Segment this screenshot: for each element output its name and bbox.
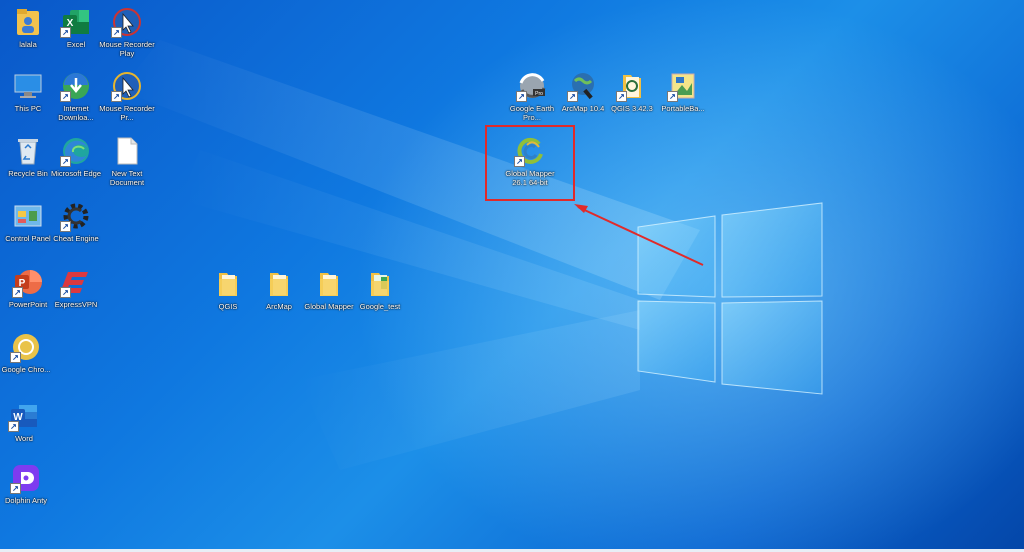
powerpoint-icon: P ↗ <box>12 266 44 298</box>
icon-label: Microsoft Edge <box>50 169 102 178</box>
mouse-recorder-pro-icon: ↗ <box>111 70 143 102</box>
folder-icon <box>212 268 244 300</box>
icon-label: Excel <box>66 40 86 49</box>
user-folder-icon <box>12 6 44 38</box>
shortcut-arrow-icon: ↗ <box>10 483 21 494</box>
recycle-bin-icon <box>12 135 44 167</box>
shortcut-arrow-icon: ↗ <box>60 27 71 38</box>
shortcut-arrow-icon: ↗ <box>60 287 71 298</box>
desktop-icon-qgis-folder[interactable]: QGIS <box>200 268 256 311</box>
desktop-icon-microsoft-edge[interactable]: ↗ Microsoft Edge <box>48 135 104 178</box>
icon-label: Cheat Engine <box>53 234 99 243</box>
desktop-icon-google-earth-pro[interactable]: Pro ↗ Google Earth Pro... <box>504 70 560 122</box>
desktop-icon-excel[interactable]: X ↗ Excel <box>48 6 104 49</box>
shortcut-arrow-icon: ↗ <box>12 287 23 298</box>
icon-label: Google Chro... <box>1 365 51 374</box>
google-earth-icon: Pro ↗ <box>516 70 548 102</box>
shortcut-arrow-icon: ↗ <box>8 421 19 432</box>
desktop-icon-cheat-engine[interactable]: ↗ Cheat Engine <box>48 200 104 243</box>
icon-label: PortableBa... <box>661 104 705 113</box>
desktop-icon-word[interactable]: W ↗ Word <box>0 400 52 443</box>
folder-icon <box>313 268 345 300</box>
icon-label: Internet Downloa... <box>58 104 94 122</box>
icon-label: Mouse Recorder Play <box>99 40 155 58</box>
desktop-icon-qgis-3423[interactable]: ↗ QGIS 3.42.3 <box>604 70 660 113</box>
svg-text:Pro: Pro <box>535 91 543 97</box>
icon-label: Word <box>15 434 33 443</box>
chrome-icon: ↗ <box>10 331 42 363</box>
desktop-icon-google-test-folder[interactable]: Google_test <box>352 268 408 311</box>
desktop-icon-portable-base[interactable]: ↗ PortableBa... <box>655 70 711 113</box>
arcmap-icon: ↗ <box>567 70 599 102</box>
cheat-engine-icon: ↗ <box>60 200 92 232</box>
desktop-icon-dolphin-anty[interactable]: ↗ Dolphin Anty <box>0 462 54 505</box>
icon-label: New Text Document <box>109 169 145 187</box>
excel-icon: X ↗ <box>60 6 92 38</box>
icon-label: Mouse Recorder Pr... <box>99 104 155 122</box>
annotation-arrow-line <box>577 206 704 266</box>
desktop-icon-new-text-document[interactable]: New Text Document <box>99 135 155 187</box>
desktop-icon-global-mapper-folder[interactable]: Global Mapper <box>301 268 357 311</box>
desktop: lalala This PC Recycle Bin Control Panel… <box>0 0 1024 552</box>
word-icon: W ↗ <box>8 400 40 432</box>
shortcut-arrow-icon: ↗ <box>667 91 678 102</box>
shortcut-arrow-icon: ↗ <box>616 91 627 102</box>
icon-label: Dolphin Anty <box>4 496 48 505</box>
shortcut-arrow-icon: ↗ <box>10 352 21 363</box>
shortcut-arrow-icon: ↗ <box>60 91 71 102</box>
icon-label: ExpressVPN <box>54 300 98 309</box>
shortcut-arrow-icon: ↗ <box>567 91 578 102</box>
desktop-icon-arcmap-folder[interactable]: ArcMap <box>251 268 307 311</box>
computer-icon <box>12 70 44 102</box>
folder-icon <box>364 268 396 300</box>
desktop-icon-mouse-recorder-pro[interactable]: ↗ Mouse Recorder Pr... <box>99 70 155 122</box>
desktop-icon-mouse-recorder-play[interactable]: ↗ Mouse Recorder Play <box>99 6 155 58</box>
expressvpn-icon: ↗ <box>60 266 92 298</box>
text-document-icon <box>111 135 143 167</box>
shortcut-arrow-icon: ↗ <box>516 91 527 102</box>
folder-icon <box>263 268 295 300</box>
portable-base-icon: ↗ <box>667 70 699 102</box>
edge-icon: ↗ <box>60 135 92 167</box>
desktop-icon-google-chrome[interactable]: ↗ Google Chro... <box>0 331 54 374</box>
shortcut-arrow-icon: ↗ <box>111 91 122 102</box>
annotation-highlight-box <box>485 125 575 201</box>
shortcut-arrow-icon: ↗ <box>60 156 71 167</box>
shortcut-arrow-icon: ↗ <box>60 221 71 232</box>
control-panel-icon <box>12 200 44 232</box>
dolphin-anty-icon: ↗ <box>10 462 42 494</box>
icon-label: Global Mapper <box>304 302 354 311</box>
icon-label: Google Earth Pro... <box>509 104 555 122</box>
icon-label: QGIS 3.42.3 <box>611 104 653 113</box>
desktop-icon-internet-download-manager[interactable]: ↗ Internet Downloa... <box>48 70 104 122</box>
desktop-icon-expressvpn[interactable]: ↗ ExpressVPN <box>48 266 104 309</box>
internet-download-manager-icon: ↗ <box>60 70 92 102</box>
shortcut-arrow-icon: ↗ <box>111 27 122 38</box>
qgis-icon: ↗ <box>616 70 648 102</box>
mouse-recorder-icon: ↗ <box>111 6 143 38</box>
annotation-arrow-head <box>574 204 588 213</box>
icon-label: Google_test <box>359 302 401 311</box>
icon-label: QGIS <box>218 302 238 311</box>
